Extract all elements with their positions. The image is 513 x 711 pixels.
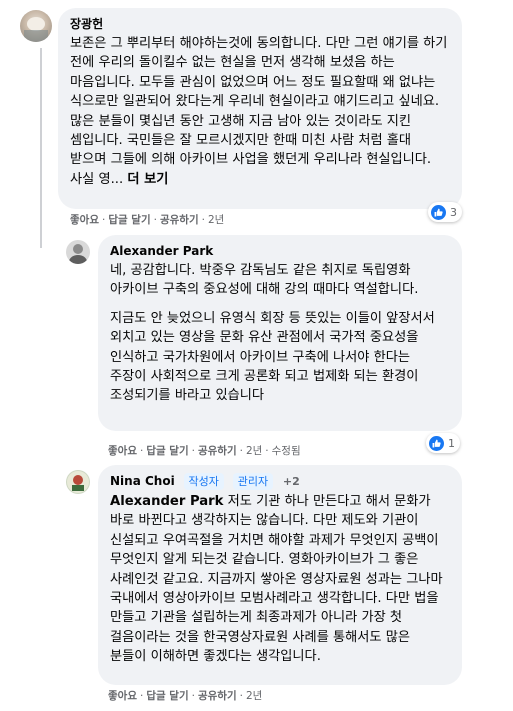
- comment-paragraph: 네, 공감합니다. 박중우 감독님도 같은 취지로 독립영화 아카이브 구축의 …: [110, 263, 419, 298]
- like-thumb-icon: [431, 204, 446, 220]
- more-badges[interactable]: +2: [283, 475, 300, 488]
- like-button[interactable]: 좋아요: [70, 214, 99, 226]
- comment-author-line: Nina Choi 작성자 관리자 +2: [110, 473, 450, 490]
- timestamp[interactable]: 2년: [246, 445, 262, 457]
- timestamp[interactable]: 2년: [208, 214, 224, 226]
- comment-author[interactable]: Nina Choi: [110, 474, 175, 488]
- avatar-image-icon: [24, 17, 48, 42]
- reaction-count[interactable]: 1: [426, 433, 460, 453]
- avatar[interactable]: [66, 470, 90, 494]
- comment-paragraph: 지금도 안 늦었으니 유영식 회장 등 뜻있는 이들이 앞장서서 외치고 있는 …: [110, 310, 435, 404]
- see-more-link[interactable]: 더 보기: [127, 172, 168, 187]
- comment-bubble: Nina Choi 작성자 관리자 +2 Alexander Park 저도 기…: [98, 465, 462, 685]
- avatar-image-icon: [69, 244, 87, 264]
- mention-link[interactable]: Alexander Park: [110, 494, 223, 509]
- avatar-image-icon: [67, 471, 89, 493]
- like-button[interactable]: 좋아요: [108, 690, 137, 702]
- comment-text: Alexander Park 저도 기관 하나 만든다고 해서 문화가 바로 바…: [110, 492, 450, 667]
- reaction-count-value: 1: [448, 436, 455, 450]
- reaction-count[interactable]: 3: [428, 202, 462, 222]
- like-button[interactable]: 좋아요: [108, 445, 137, 457]
- comment-actions: 좋아요 · 답글 달기 · 공유하기 · 2년: [70, 214, 225, 226]
- avatar[interactable]: [66, 240, 90, 264]
- share-button[interactable]: 공유하기: [160, 214, 199, 226]
- reaction-count-value: 3: [450, 205, 457, 219]
- admin-badge: 관리자: [232, 473, 274, 490]
- edited-label: 수정됨: [271, 445, 301, 457]
- comment-actions: 좋아요 · 답글 달기 · 공유하기 · 2년 · 수정됨: [108, 445, 301, 457]
- comment-body: 보존은 그 뿌리부터 해야하는것에 동의합니다. 다만 그런 얘기를 하기 전에…: [70, 36, 448, 187]
- comment-bubble: 장광헌 보존은 그 뿌리부터 해야하는것에 동의합니다. 다만 그런 얘기를 하…: [58, 8, 462, 209]
- reply-button[interactable]: 답글 달기: [146, 445, 188, 457]
- comment-text: 네, 공감합니다. 박중우 감독님도 같은 취지로 독립영화 아카이브 구축의 …: [110, 261, 450, 406]
- comment-body: 저도 기관 하나 만든다고 해서 문화가 바로 바뀐다고 생각하지는 않습니다.…: [110, 494, 443, 665]
- like-thumb-icon: [429, 435, 444, 451]
- reply-button[interactable]: 답글 달기: [108, 214, 150, 226]
- reply-button[interactable]: 답글 달기: [146, 690, 188, 702]
- timestamp[interactable]: 2년: [246, 690, 262, 702]
- avatar[interactable]: [20, 10, 52, 42]
- comment-text: 보존은 그 뿌리부터 해야하는것에 동의합니다. 다만 그런 얘기를 하기 전에…: [70, 34, 450, 189]
- comment-actions: 좋아요 · 답글 달기 · 공유하기 · 2년: [108, 690, 263, 702]
- comment-bubble: Alexander Park 네, 공감합니다. 박중우 감독님도 같은 취지로…: [98, 235, 462, 431]
- comment-author[interactable]: Alexander Park: [110, 243, 450, 259]
- comment-author[interactable]: 장광헌: [70, 16, 450, 32]
- share-button[interactable]: 공유하기: [198, 690, 237, 702]
- author-badge: 작성자: [183, 473, 224, 490]
- share-button[interactable]: 공유하기: [198, 445, 237, 457]
- thread-line: [40, 48, 42, 248]
